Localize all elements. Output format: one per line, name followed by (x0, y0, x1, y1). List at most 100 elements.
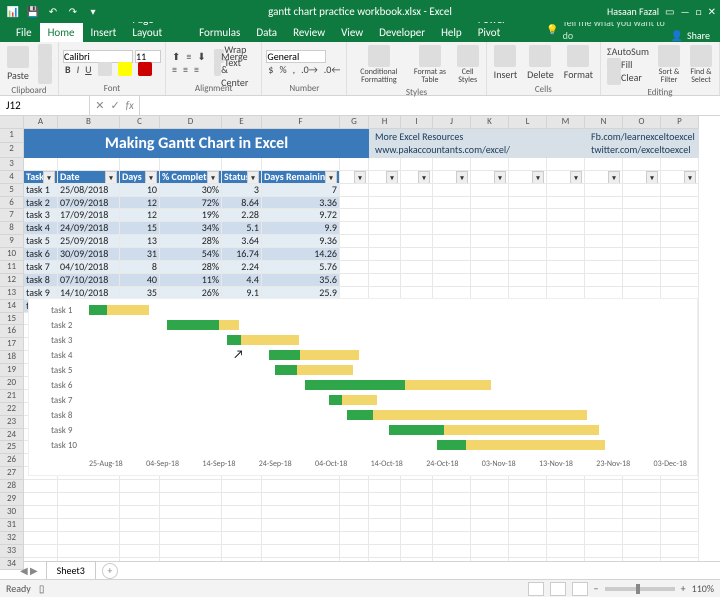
cell[interactable] (509, 235, 547, 248)
tab-data[interactable]: Data (248, 23, 285, 42)
cell[interactable]: Days (120, 171, 160, 184)
row-header[interactable]: 21 (0, 390, 24, 403)
col-header[interactable]: J (433, 116, 471, 129)
cell[interactable] (58, 532, 120, 545)
cell[interactable]: 25/09/2018 (58, 235, 120, 248)
cell[interactable] (509, 261, 547, 274)
cell[interactable] (369, 274, 401, 287)
row-header[interactable]: 5 (0, 184, 24, 197)
cell[interactable] (661, 209, 699, 222)
cell[interactable] (222, 519, 262, 532)
share-button[interactable]: 👤Share (671, 29, 710, 42)
cell[interactable]: 7 (262, 184, 340, 197)
cell[interactable] (623, 558, 661, 562)
cell[interactable] (471, 493, 509, 506)
cell[interactable]: 3 (222, 184, 262, 197)
tab-nav[interactable]: ◀ ▶ (20, 564, 38, 577)
row-header[interactable]: 9 (0, 235, 24, 248)
cell[interactable] (433, 248, 471, 261)
cell[interactable] (340, 545, 369, 558)
cell[interactable] (369, 184, 401, 197)
undo-icon[interactable]: ↶ (46, 4, 60, 18)
row-header[interactable]: 28 (0, 480, 24, 493)
cell[interactable] (623, 480, 661, 493)
cell[interactable] (623, 545, 661, 558)
cell[interactable] (120, 545, 160, 558)
cell[interactable] (262, 545, 340, 558)
col-header[interactable]: O (623, 116, 661, 129)
cell[interactable] (24, 158, 58, 171)
tab-developer[interactable]: Developer (371, 23, 433, 42)
row-header[interactable]: 30 (0, 506, 24, 519)
cell[interactable] (661, 519, 699, 532)
cell[interactable]: 14.26 (262, 248, 340, 261)
cell[interactable] (509, 493, 547, 506)
cell[interactable] (433, 261, 471, 274)
cell[interactable] (340, 480, 369, 493)
italic-button[interactable]: I (75, 63, 82, 76)
cell[interactable] (401, 480, 433, 493)
clear-button[interactable]: Clear (605, 71, 651, 84)
minimize-icon[interactable]: — (681, 5, 690, 18)
cell[interactable] (547, 493, 585, 506)
decrease-decimal-button[interactable]: .0← (322, 63, 343, 76)
cell[interactable] (58, 545, 120, 558)
row-header[interactable]: 23 (0, 416, 24, 429)
cell[interactable]: task 6 (24, 248, 58, 261)
row-header[interactable]: 32 (0, 532, 24, 545)
col-header[interactable]: K (471, 116, 509, 129)
border-button[interactable] (96, 63, 114, 76)
cell[interactable]: 19% (160, 209, 222, 222)
cell[interactable]: 9.9 (262, 222, 340, 235)
cell[interactable] (509, 197, 547, 210)
comma-button[interactable]: , (291, 63, 298, 76)
col-header[interactable]: C (120, 116, 160, 129)
cell[interactable]: 04/10/2018 (58, 261, 120, 274)
cell[interactable]: 5.1 (222, 222, 262, 235)
fx-icon[interactable]: fx (126, 99, 134, 112)
cell[interactable] (471, 519, 509, 532)
cell[interactable] (401, 519, 433, 532)
cell[interactable] (623, 506, 661, 519)
format-cells-button[interactable]: Format (561, 44, 596, 82)
col-header[interactable]: M (547, 116, 585, 129)
cell[interactable] (585, 222, 623, 235)
cell[interactable] (471, 506, 509, 519)
cell[interactable] (623, 158, 661, 171)
align-left-button[interactable]: ≡ (170, 63, 179, 76)
cell[interactable]: 9.36 (262, 235, 340, 248)
cell[interactable]: 11% (160, 274, 222, 287)
cell[interactable]: 5.76 (262, 261, 340, 274)
row-header[interactable]: 4 (0, 171, 24, 184)
cell[interactable] (623, 519, 661, 532)
cell[interactable]: 72% (160, 197, 222, 210)
cell[interactable] (369, 171, 401, 184)
autosum-button[interactable]: Σ AutoSum (605, 45, 651, 58)
cell[interactable] (509, 558, 547, 562)
cell[interactable]: Date (58, 171, 120, 184)
col-header[interactable]: H (369, 116, 401, 129)
cell[interactable] (262, 532, 340, 545)
cell[interactable] (401, 171, 433, 184)
cell[interactable]: 28% (160, 261, 222, 274)
col-header[interactable]: E (222, 116, 262, 129)
format-painter-button[interactable] (36, 70, 54, 83)
row-header[interactable]: 31 (0, 519, 24, 532)
row-header[interactable]: 6 (0, 197, 24, 210)
row-header[interactable]: 19 (0, 364, 24, 377)
zoom-slider[interactable] (605, 587, 675, 591)
ribbon-options-icon[interactable]: ▭ (665, 5, 674, 18)
fill-color-button[interactable] (116, 63, 134, 76)
cell[interactable] (661, 235, 699, 248)
row-header[interactable]: 15 (0, 313, 24, 326)
tab-file[interactable]: File (8, 23, 40, 42)
enter-formula-icon[interactable]: ✓ (110, 99, 119, 112)
font-name[interactable] (63, 50, 133, 63)
cell[interactable] (509, 506, 547, 519)
cell[interactable] (340, 274, 369, 287)
cell[interactable] (547, 532, 585, 545)
cell[interactable] (24, 493, 58, 506)
cell[interactable]: 16.74 (222, 248, 262, 261)
format-as-table-button[interactable]: Format as Table (410, 44, 449, 85)
cell[interactable] (471, 545, 509, 558)
